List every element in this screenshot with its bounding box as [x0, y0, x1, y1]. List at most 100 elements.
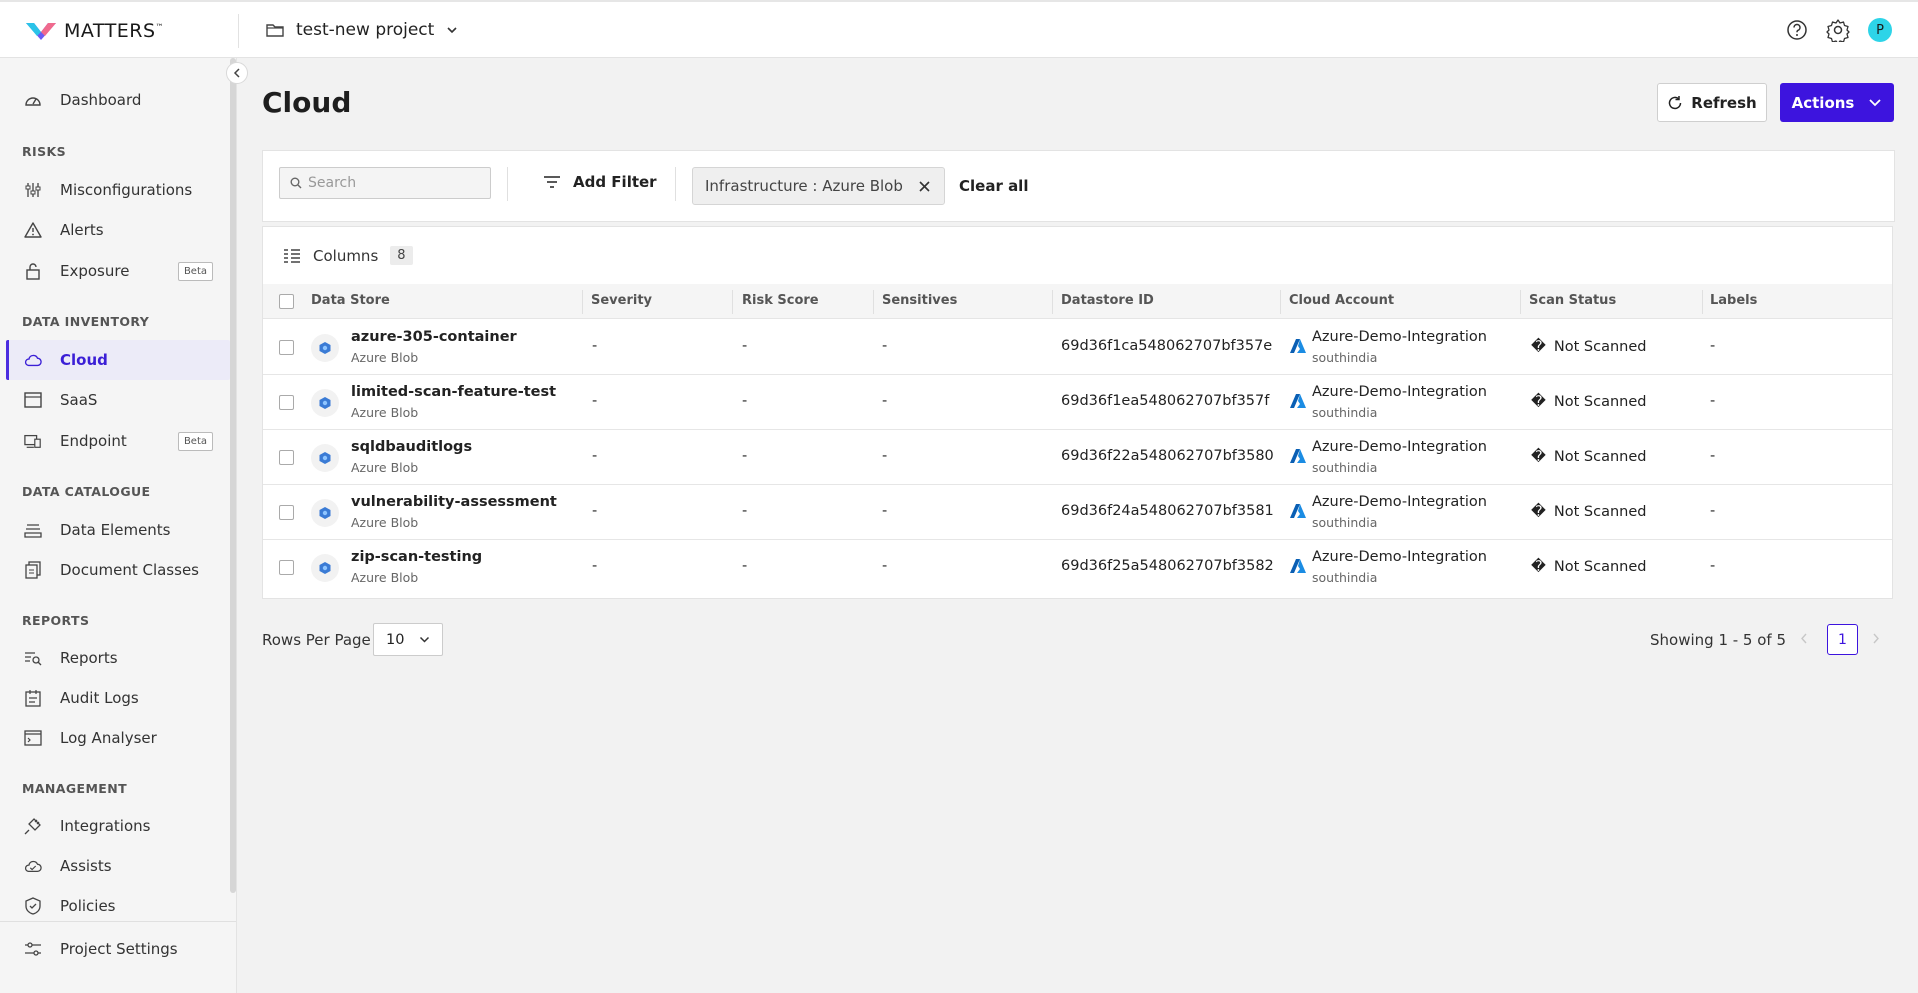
scan-status-label: Not Scanned [1553, 449, 1647, 465]
column-separator[interactable] [1052, 290, 1053, 314]
sensitives-cell: - [882, 338, 888, 354]
column-header-risk-score[interactable]: Risk Score [742, 293, 819, 308]
filter-chip-label: Infrastructure : Azure Blob [705, 177, 903, 195]
table-row[interactable]: azure-305-container Azure Blob - - - 69d… [263, 320, 1892, 375]
filter-chip[interactable]: Infrastructure : Azure Blob [692, 167, 945, 205]
row-checkbox[interactable] [279, 560, 294, 575]
table-row[interactable]: sqldbauditlogs Azure Blob - - - 69d36f22… [263, 430, 1892, 485]
sidebar-item-document-classes[interactable]: Document Classes [6, 550, 230, 590]
risk-score-cell: - [742, 558, 748, 574]
table-row[interactable]: limited-scan-feature-test Azure Blob - -… [263, 375, 1892, 430]
top-bar: MATTERS™ test-new project P [0, 0, 1918, 58]
data-store-name[interactable]: zip-scan-testing [351, 549, 482, 565]
sidebar-item-audit-logs[interactable]: Audit Logs [6, 678, 230, 718]
sidebar-scrollbar[interactable] [230, 58, 236, 893]
page-number-button[interactable]: 1 [1827, 624, 1858, 655]
column-header-severity[interactable]: Severity [591, 293, 652, 308]
column-separator[interactable] [1520, 290, 1521, 314]
sidebar-item-label: Exposure [60, 262, 130, 280]
scan-status: � Not Scanned [1531, 559, 1646, 575]
severity-cell: - [592, 393, 598, 409]
row-checkbox[interactable] [279, 395, 294, 410]
sidebar-item-saas[interactable]: SaaS [6, 380, 230, 420]
project-name: test-new project [296, 20, 435, 40]
rows-per-page-select[interactable]: 10 [373, 623, 443, 656]
column-header-sensitives[interactable]: Sensitives [882, 293, 957, 308]
column-separator[interactable] [1280, 290, 1281, 314]
previous-page-button[interactable] [1800, 632, 1808, 648]
filter-bar: Add Filter Infrastructure : Azure Blob C… [262, 150, 1895, 222]
calendar-log-icon [24, 689, 42, 707]
page-title: Cloud [262, 86, 352, 119]
row-checkbox[interactable] [279, 505, 294, 520]
add-filter-button[interactable]: Add Filter [543, 173, 657, 191]
column-separator[interactable] [582, 290, 583, 314]
sidebar-item-misconfigurations[interactable]: Misconfigurations [6, 170, 230, 210]
help-icon[interactable] [1786, 19, 1808, 41]
row-checkbox[interactable] [279, 340, 294, 355]
sidebar-item-log-analyser[interactable]: Log Analyser [6, 718, 230, 758]
data-store-name[interactable]: sqldbauditlogs [351, 439, 472, 455]
sidebar-item-data-elements[interactable]: Data Elements [6, 510, 230, 550]
filter-divider [507, 167, 508, 201]
table-row[interactable]: vulnerability-assessment Azure Blob - - … [263, 485, 1892, 540]
beta-badge: Beta [177, 262, 213, 281]
sidebar-item-integrations[interactable]: Integrations [6, 806, 230, 846]
sidebar-item-label: Misconfigurations [60, 181, 193, 199]
warning-triangle-icon [24, 221, 42, 239]
azure-logo-icon [1290, 339, 1306, 353]
sidebar-item-exposure[interactable]: Exposure Beta [6, 251, 230, 291]
column-header-datastore-id[interactable]: Datastore ID [1061, 293, 1154, 308]
column-header-scan-status[interactable]: Scan Status [1529, 293, 1616, 308]
table-row[interactable]: zip-scan-testing Azure Blob - - - 69d36f… [263, 540, 1892, 595]
shield-check-icon [24, 897, 42, 915]
sidebar-item-project-settings[interactable]: Project Settings [6, 929, 230, 969]
column-header-labels[interactable]: Labels [1710, 293, 1757, 308]
column-separator[interactable] [732, 290, 733, 314]
project-switcher[interactable]: test-new project [266, 20, 458, 40]
sidebar-item-policies[interactable]: Policies [6, 886, 230, 926]
avatar[interactable]: P [1868, 18, 1892, 42]
columns-toggle[interactable]: Columns 8 [263, 227, 1892, 284]
refresh-button[interactable]: Refresh [1657, 83, 1767, 122]
actions-label: Actions [1791, 93, 1855, 112]
sidebar-item-alerts[interactable]: Alerts [6, 210, 230, 250]
sidebar-item-cloud[interactable]: Cloud [6, 340, 230, 380]
brand-logo[interactable]: MATTERS™ [24, 18, 164, 44]
column-separator[interactable] [873, 290, 874, 314]
column-header-data-store[interactable]: Data Store [311, 293, 390, 308]
data-store-type: Azure Blob [351, 405, 419, 420]
datastore-id-cell: 69d36f24a548062707bf3581 [1061, 503, 1274, 519]
search-box[interactable] [279, 167, 491, 199]
close-icon[interactable] [919, 180, 930, 192]
sidebar-item-label: Dashboard [60, 91, 142, 109]
cloud-account-name: Azure-Demo-Integration [1312, 384, 1487, 400]
folder-icon [266, 24, 284, 37]
chevron-down-icon [1869, 99, 1881, 107]
clear-all-button[interactable]: Clear all [959, 177, 1028, 195]
column-header-cloud-account[interactable]: Cloud Account [1289, 293, 1394, 308]
row-checkbox[interactable] [279, 450, 294, 465]
sidebar-item-endpoint[interactable]: Endpoint Beta [6, 421, 230, 461]
next-page-button[interactable] [1872, 632, 1880, 648]
search-input[interactable] [308, 175, 478, 191]
filter-divider [675, 167, 676, 201]
select-all-checkbox[interactable] [279, 294, 294, 309]
data-store-name[interactable]: vulnerability-assessment [351, 494, 557, 510]
gear-icon[interactable] [1826, 18, 1850, 42]
sidebar-item-assists[interactable]: Assists [6, 846, 230, 886]
sidebar-collapse-button[interactable] [226, 62, 248, 84]
report-search-icon [24, 649, 42, 667]
azure-logo-icon [1290, 559, 1306, 573]
azure-logo-icon [1290, 504, 1306, 518]
sidebar-item-reports[interactable]: Reports [6, 638, 230, 678]
actions-button[interactable]: Actions [1780, 83, 1894, 122]
sidebar-item-label: Project Settings [60, 940, 178, 958]
sidebar-item-label: Assists [60, 857, 112, 875]
data-store-name[interactable]: azure-305-container [351, 329, 517, 345]
scan-status: � Not Scanned [1531, 339, 1646, 355]
data-store-name[interactable]: limited-scan-feature-test [351, 384, 556, 400]
labels-cell: - [1710, 448, 1716, 464]
sidebar-item-dashboard[interactable]: Dashboard [6, 80, 230, 120]
column-separator[interactable] [1702, 290, 1703, 314]
